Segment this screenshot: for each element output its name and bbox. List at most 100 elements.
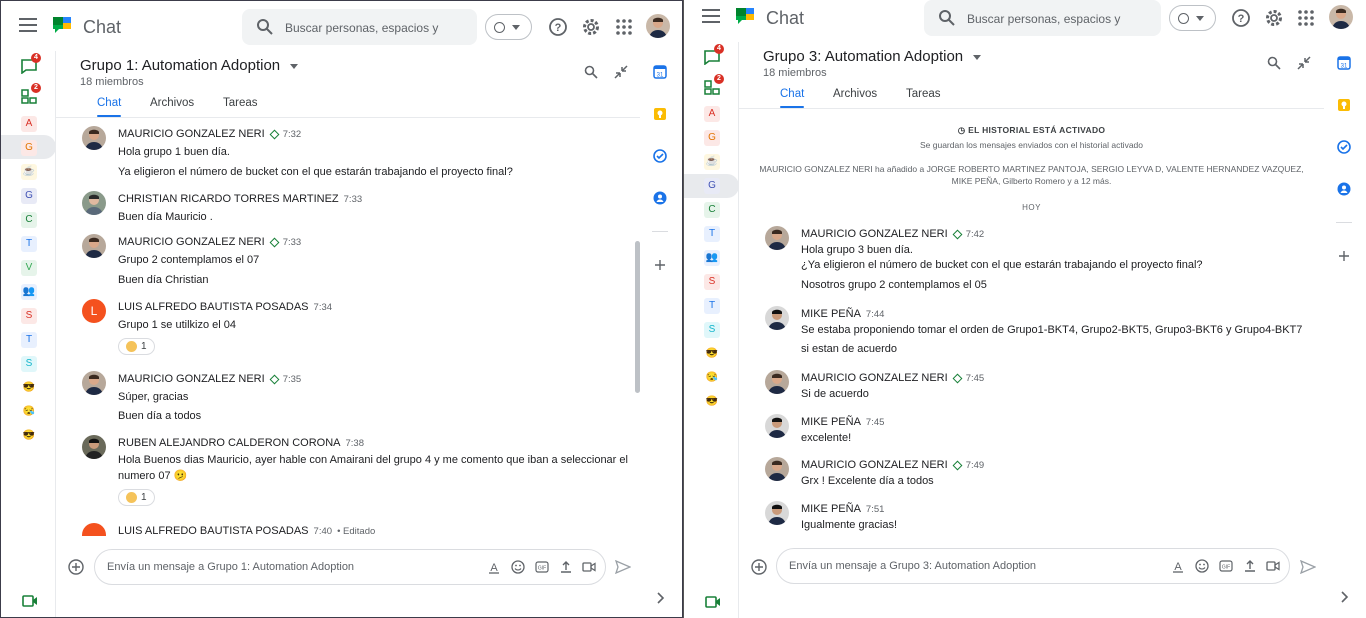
keep-icon[interactable] xyxy=(1337,98,1351,112)
reaction-chip[interactable]: 1 xyxy=(118,489,155,506)
meet-video-icon[interactable] xyxy=(22,595,38,607)
space-avatar-g2[interactable]: G xyxy=(21,188,37,204)
space-avatar-crying-icon[interactable]: 😪 xyxy=(21,404,37,420)
space-avatar-t2[interactable]: T xyxy=(704,298,720,314)
settings-gear-icon[interactable] xyxy=(581,17,601,37)
chevron-right-icon[interactable] xyxy=(653,591,667,605)
apps-grid-icon[interactable] xyxy=(614,17,634,37)
meet-video-icon[interactable] xyxy=(705,596,721,608)
space-avatar-emoji[interactable]: ☕ xyxy=(704,154,720,170)
room-title[interactable]: Grupo 3: Automation Adoption xyxy=(763,48,982,65)
room-search-icon[interactable] xyxy=(1267,56,1281,70)
space-avatar-people-icon[interactable]: 👥 xyxy=(21,284,37,300)
space-avatar-t[interactable]: T xyxy=(704,226,720,242)
tab-files[interactable]: Archivos xyxy=(150,97,194,109)
contacts-icon[interactable] xyxy=(1337,182,1351,196)
space-avatar-v[interactable]: V xyxy=(21,260,37,276)
avatar[interactable] xyxy=(765,414,789,438)
space-avatar-emoji[interactable]: ☕ xyxy=(21,164,37,180)
avatar[interactable] xyxy=(82,126,106,150)
space-avatar-sunglasses-icon[interactable]: 😎 xyxy=(704,346,720,362)
search-input[interactable]: Buscar personas, espacios y xyxy=(967,12,1147,26)
search-input[interactable]: Buscar personas, espacios y xyxy=(285,21,465,35)
space-avatar-c[interactable]: C xyxy=(704,202,720,218)
tab-files[interactable]: Archivos xyxy=(833,88,877,100)
space-avatar-sunglasses-icon[interactable]: 😎 xyxy=(21,380,37,396)
search-bar[interactable]: Buscar personas, espacios y xyxy=(242,9,477,45)
space-avatar-s[interactable]: S xyxy=(21,308,37,324)
apps-grid-icon[interactable] xyxy=(1296,8,1316,28)
tab-chat[interactable]: Chat xyxy=(780,88,804,100)
gif-icon[interactable]: GIF xyxy=(535,560,549,574)
message-composer[interactable]: Envía un mensaje a Grupo 3: Automation A… xyxy=(776,548,1290,584)
space-avatar-people-icon[interactable]: 👥 xyxy=(704,250,720,266)
account-avatar[interactable] xyxy=(646,14,670,38)
space-avatar-sunglasses-icon-2[interactable]: 😎 xyxy=(704,394,720,410)
avatar[interactable] xyxy=(82,371,106,395)
settings-gear-icon[interactable] xyxy=(1264,8,1284,28)
avatar[interactable] xyxy=(765,370,789,394)
space-avatar-a[interactable]: A xyxy=(704,106,720,122)
emoji-icon[interactable] xyxy=(1195,559,1209,573)
space-avatar-g[interactable]: G xyxy=(21,140,37,156)
avatar-initial[interactable]: L xyxy=(82,299,106,323)
add-addon-icon[interactable] xyxy=(653,258,667,272)
room-title[interactable]: Grupo 1: Automation Adoption xyxy=(80,57,299,74)
avatar[interactable] xyxy=(765,226,789,250)
room-search-icon[interactable] xyxy=(584,65,598,79)
gif-icon[interactable]: GIF xyxy=(1219,559,1233,573)
calendar-icon[interactable]: 31 xyxy=(1337,56,1351,70)
video-meeting-icon[interactable] xyxy=(1266,559,1280,573)
message-composer[interactable]: Envía un mensaje a Grupo 1: Automation A… xyxy=(94,549,606,585)
tasks-icon[interactable] xyxy=(1337,140,1351,154)
avatar[interactable] xyxy=(765,501,789,525)
send-icon[interactable] xyxy=(615,560,631,574)
emoji-icon[interactable] xyxy=(511,560,525,574)
composer-placeholder[interactable]: Envía un mensaje a Grupo 1: Automation A… xyxy=(107,561,354,573)
format-text-icon[interactable]: A xyxy=(1171,559,1185,573)
tab-chat[interactable]: Chat xyxy=(97,97,121,109)
avatar[interactable] xyxy=(82,234,106,258)
search-bar[interactable]: Buscar personas, espacios y xyxy=(924,0,1161,36)
avatar[interactable] xyxy=(765,306,789,330)
contacts-icon[interactable] xyxy=(653,191,667,205)
space-avatar-t[interactable]: T xyxy=(21,236,37,252)
tab-tasks[interactable]: Tareas xyxy=(906,88,941,100)
status-selector[interactable] xyxy=(485,14,532,40)
avatar-initial[interactable] xyxy=(82,523,106,536)
add-attachment-icon[interactable] xyxy=(751,559,767,575)
help-icon[interactable]: ? xyxy=(1231,8,1251,28)
account-avatar[interactable] xyxy=(1329,5,1353,29)
space-avatar-sunglasses-icon-2[interactable]: 😎 xyxy=(21,428,37,444)
main-menu-button[interactable] xyxy=(19,18,37,32)
add-addon-icon[interactable] xyxy=(1337,249,1351,263)
chevron-right-icon[interactable] xyxy=(1337,590,1351,604)
reaction-chip[interactable]: 1 xyxy=(118,338,155,355)
main-menu-button[interactable] xyxy=(702,9,720,23)
help-icon[interactable]: ? xyxy=(548,17,568,37)
avatar[interactable] xyxy=(765,457,789,481)
space-avatar-s2[interactable]: S xyxy=(704,322,720,338)
collapse-icon[interactable] xyxy=(1297,56,1311,70)
space-avatar-t2[interactable]: T xyxy=(21,332,37,348)
space-avatar-crying-icon[interactable]: 😪 xyxy=(704,370,720,386)
upload-icon[interactable] xyxy=(559,560,573,574)
status-selector[interactable] xyxy=(1169,5,1216,31)
calendar-icon[interactable]: 31 xyxy=(653,65,667,79)
space-avatar-g[interactable]: G xyxy=(704,130,720,146)
avatar[interactable] xyxy=(82,191,106,215)
keep-icon[interactable] xyxy=(653,107,667,121)
space-avatar-g2[interactable]: G xyxy=(704,178,720,194)
space-avatar-a[interactable]: A xyxy=(21,116,37,132)
tasks-icon[interactable] xyxy=(653,149,667,163)
avatar[interactable] xyxy=(82,435,106,459)
format-text-icon[interactable]: A xyxy=(487,560,501,574)
upload-icon[interactable] xyxy=(1243,559,1257,573)
tab-tasks[interactable]: Tareas xyxy=(223,97,258,109)
space-avatar-c[interactable]: C xyxy=(21,212,37,228)
collapse-icon[interactable] xyxy=(614,65,628,79)
space-avatar-s[interactable]: S xyxy=(704,274,720,290)
space-avatar-s2[interactable]: S xyxy=(21,356,37,372)
composer-placeholder[interactable]: Envía un mensaje a Grupo 3: Automation A… xyxy=(789,560,1036,572)
send-icon[interactable] xyxy=(1300,560,1316,574)
